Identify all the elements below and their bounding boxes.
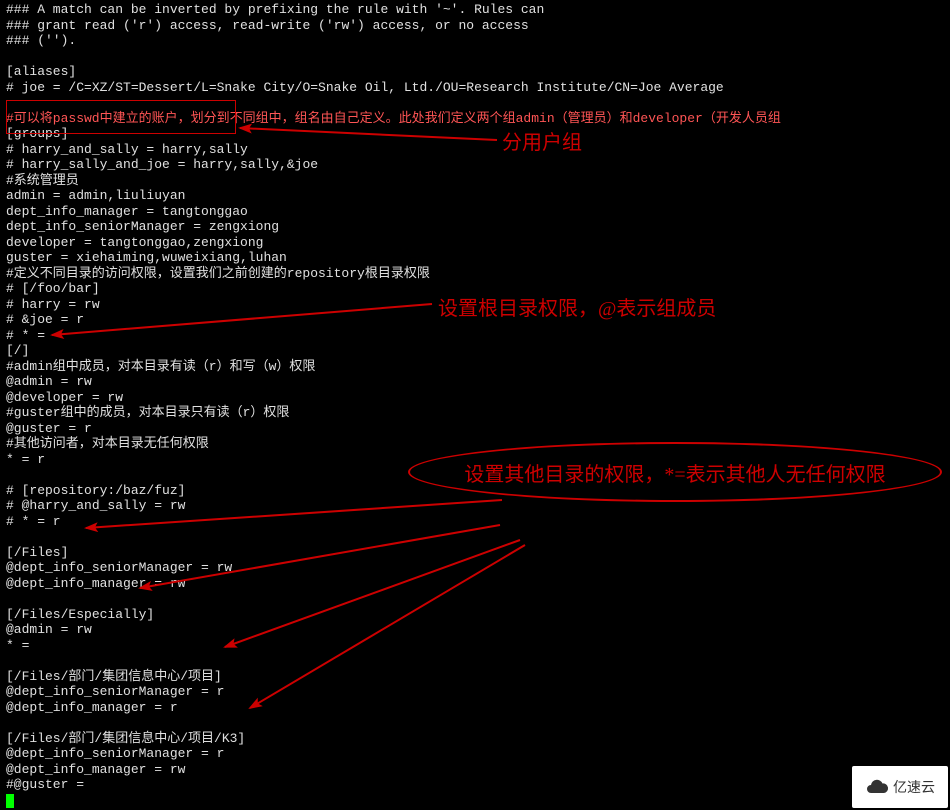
terminal-line-12: admin = admin,liuliuyan xyxy=(6,188,944,204)
terminal-line-19: # harry = rw xyxy=(6,297,944,313)
terminal-line-46 xyxy=(6,715,944,731)
terminal-line-35: [/Files] xyxy=(6,545,944,561)
terminal-line-47: [/Files/部门/集团信息中心/项目/K3] xyxy=(6,731,944,747)
terminal-line-43: [/Files/部门/集团信息中心/项目] xyxy=(6,669,944,685)
terminal-line-8: [groups] xyxy=(6,126,944,142)
watermark-logo: 亿速云 xyxy=(852,766,948,808)
terminal-line-32: # @harry_and_sally = rw xyxy=(6,498,944,514)
terminal-line-17: #定义不同目录的访问权限，设置我们之前创建的repository根目录权限 xyxy=(6,266,944,282)
terminal-line-18: # [/foo/bar] xyxy=(6,281,944,297)
terminal-line-40: @admin = rw xyxy=(6,622,944,638)
terminal-line-33: # * = r xyxy=(6,514,944,530)
terminal-line-0: ### A match can be inverted by prefixing… xyxy=(6,2,944,18)
terminal-line-26: #guster组中的成员，对本目录只有读（r）权限 xyxy=(6,405,944,421)
terminal-line-14: dept_info_seniorManager = zengxiong xyxy=(6,219,944,235)
terminal-line-10: # harry_sally_and_joe = harry,sally,&joe xyxy=(6,157,944,173)
terminal-line-28: #其他访问者，对本目录无任何权限 xyxy=(6,436,944,452)
terminal-line-29: * = r xyxy=(6,452,944,468)
terminal-cursor-line xyxy=(6,793,944,809)
terminal-line-13: dept_info_manager = tangtonggao xyxy=(6,204,944,220)
terminal-line-2: ### (''). xyxy=(6,33,944,49)
terminal-line-21: # * = xyxy=(6,328,944,344)
terminal-line-36: @dept_info_seniorManager = rw xyxy=(6,560,944,576)
terminal-line-42 xyxy=(6,653,944,669)
terminal-line-44: @dept_info_seniorManager = r xyxy=(6,684,944,700)
terminal-line-31: # [repository:/baz/fuz] xyxy=(6,483,944,499)
terminal-line-38 xyxy=(6,591,944,607)
terminal-line-45: @dept_info_manager = r xyxy=(6,700,944,716)
terminal-line-4: [aliases] xyxy=(6,64,944,80)
cloud-icon xyxy=(865,775,889,799)
terminal-line-41: * = xyxy=(6,638,944,654)
terminal-line-27: @guster = r xyxy=(6,421,944,437)
terminal-line-37: @dept_info_manager = rw xyxy=(6,576,944,592)
terminal-line-7: #可以将passwd中建立的账户，划分到不同组中，组名由自己定义。此处我们定义两… xyxy=(6,111,944,127)
terminal-line-5: # joe = /C=XZ/ST=Dessert/L=Snake City/O=… xyxy=(6,80,944,96)
terminal-line-34 xyxy=(6,529,944,545)
terminal-line-30 xyxy=(6,467,944,483)
watermark-text: 亿速云 xyxy=(893,777,935,797)
terminal-line-9: # harry_and_sally = harry,sally xyxy=(6,142,944,158)
terminal-line-11: #系统管理员 xyxy=(6,173,944,189)
terminal-line-22: [/] xyxy=(6,343,944,359)
terminal-line-25: @developer = rw xyxy=(6,390,944,406)
terminal-line-39: [/Files/Especially] xyxy=(6,607,944,623)
terminal-line-1: ### grant read ('r') access, read-write … xyxy=(6,18,944,34)
terminal-output[interactable]: ### A match can be inverted by prefixing… xyxy=(0,0,950,810)
terminal-line-50: #@guster = xyxy=(6,777,944,793)
terminal-line-48: @dept_info_seniorManager = r xyxy=(6,746,944,762)
terminal-line-23: #admin组中成员，对本目录有读（r）和写（w）权限 xyxy=(6,359,944,375)
terminal-line-24: @admin = rw xyxy=(6,374,944,390)
terminal-line-49: @dept_info_manager = rw xyxy=(6,762,944,778)
terminal-line-3 xyxy=(6,49,944,65)
terminal-line-20: # &joe = r xyxy=(6,312,944,328)
cursor-icon xyxy=(6,794,14,808)
terminal-line-15: developer = tangtonggao,zengxiong xyxy=(6,235,944,251)
terminal-line-6 xyxy=(6,95,944,111)
terminal-line-16: guster = xiehaiming,wuweixiang,luhan xyxy=(6,250,944,266)
